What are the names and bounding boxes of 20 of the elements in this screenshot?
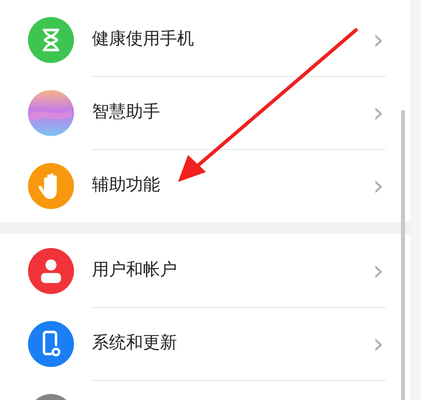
item-label: 辅助功能 bbox=[92, 174, 161, 197]
scrollbar[interactable] bbox=[401, 110, 405, 400]
item-label: 智慧助手 bbox=[92, 100, 161, 124]
phone-settings-icon bbox=[28, 320, 74, 366]
item-label: 用户和帐户 bbox=[92, 258, 178, 282]
chevron-icon: › bbox=[372, 26, 384, 54]
settings-item[interactable]: 用户和帐户 › bbox=[0, 234, 410, 307]
item-label: 健康使用手机 bbox=[92, 28, 195, 51]
chevron-icon: › bbox=[372, 172, 384, 200]
person-icon bbox=[28, 248, 74, 294]
item-label: 系统和更新 bbox=[92, 332, 178, 355]
chevron-icon: › bbox=[372, 256, 384, 284]
assistant-orb-icon bbox=[28, 90, 74, 136]
settings-item[interactable]: 智慧助手 › bbox=[0, 76, 410, 149]
chevron-icon: › bbox=[372, 330, 384, 358]
hourglass-icon bbox=[28, 16, 74, 62]
settings-item[interactable]: 系统和更新 › bbox=[0, 307, 410, 380]
hand-icon bbox=[28, 162, 74, 208]
chevron-icon: › bbox=[372, 98, 384, 126]
settings-item[interactable]: 健康使用手机 › bbox=[0, 3, 410, 76]
